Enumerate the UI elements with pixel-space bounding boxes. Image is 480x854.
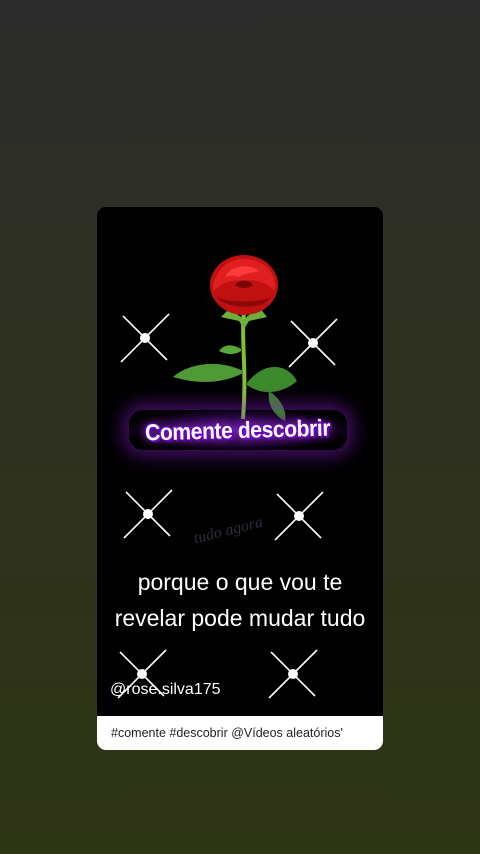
watermark: tudo agora	[191, 513, 265, 548]
sparkle-icon	[274, 491, 324, 541]
rose-icon	[173, 255, 297, 421]
video-post-card[interactable]: Comente descobrir tudo agora porque o qu…	[97, 207, 383, 750]
sparkle-icon	[268, 649, 318, 699]
banner-text: Comente descobrir	[145, 414, 331, 445]
caption-line: revelar pode mudar tudo	[114, 605, 366, 631]
author-username[interactable]: @rose.silva175	[110, 681, 221, 699]
video-caption: porque o que vou te revelar pode mudar t…	[97, 564, 383, 636]
sparkle-icon	[120, 313, 170, 363]
sparkle-icon	[123, 489, 173, 539]
caption-line: porque o que vou te	[137, 569, 343, 595]
hashtag-bar[interactable]: #comente #descobrir @Vídeos aleatórios'	[97, 716, 383, 750]
video-frame[interactable]: Comente descobrir tudo agora porque o qu…	[97, 207, 383, 716]
comment-prompt-banner: Comente descobrir	[129, 410, 347, 450]
